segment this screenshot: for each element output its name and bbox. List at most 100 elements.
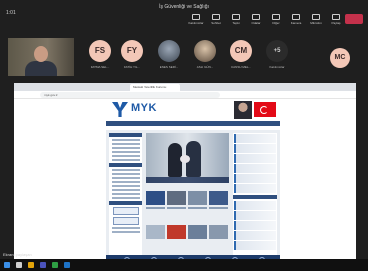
sidebar-link[interactable]	[112, 143, 140, 145]
sidebar-link[interactable]	[112, 155, 140, 157]
chat-button[interactable]: Sohbet	[206, 12, 226, 32]
quick-link[interactable]	[234, 221, 276, 230]
sharer-label: Ekranı paylaşan	[3, 252, 32, 257]
url-field[interactable]: myk.gov.tr	[40, 92, 220, 98]
quick-link[interactable]	[234, 201, 276, 210]
avatar	[158, 40, 180, 62]
participant-name: CANSU MEL...	[230, 65, 251, 69]
mic-button[interactable]: Mikrofon	[306, 12, 326, 32]
edge-icon[interactable]	[64, 262, 70, 268]
participant-tile[interactable]: FY FATİH YIL...	[114, 40, 150, 69]
news-thumbnail[interactable]	[167, 225, 186, 239]
leave-button[interactable]	[345, 14, 363, 24]
quick-link[interactable]	[234, 241, 276, 250]
share-icon	[332, 14, 340, 20]
sidebar-link[interactable]	[112, 181, 140, 183]
sidebar-link[interactable]	[112, 197, 140, 199]
quick-link[interactable]	[234, 174, 276, 183]
sidebar-link[interactable]	[112, 185, 140, 187]
turkish-flag-icon	[254, 102, 276, 117]
news-caption	[146, 207, 165, 209]
browser-tab-strip: Mesleki Yeterlilik Kurumu	[14, 83, 356, 91]
news-thumbnail[interactable]	[167, 191, 186, 205]
news-thumbnail[interactable]	[209, 191, 228, 205]
teams-meeting-window: İş Güvenliği ve Sağlığı 1:01 Katılımcıla…	[0, 0, 368, 271]
participant-name: FATMA SEL...	[90, 65, 110, 69]
reaction-button[interactable]: Tepki	[226, 12, 246, 32]
slider-caption	[146, 177, 229, 183]
news-caption	[209, 207, 228, 209]
partner-logo-icon[interactable]	[112, 217, 139, 225]
participant-tile[interactable]: FS FATMA SEL...	[82, 40, 118, 69]
avatar: +5	[266, 40, 288, 62]
sidebar-link[interactable]	[112, 227, 140, 229]
news-thumbnail[interactable]	[146, 225, 165, 239]
people-icon	[192, 14, 200, 20]
sidebar-link[interactable]	[112, 189, 140, 191]
sidebar-link[interactable]	[112, 169, 140, 171]
news-thumbnail[interactable]	[188, 225, 207, 239]
chat-icon	[212, 14, 220, 20]
rooms-button[interactable]: Odalar	[246, 12, 266, 32]
teams-icon[interactable]	[40, 262, 46, 268]
myk-website: MYK	[106, 99, 280, 267]
folder-icon[interactable]	[28, 262, 34, 268]
site-logo-text: MYK	[131, 102, 157, 114]
browser-tab[interactable]: Mesleki Yeterlilik Kurumu	[130, 84, 180, 91]
quick-link[interactable]	[234, 211, 276, 220]
news-thumbnail[interactable]	[209, 225, 228, 239]
slider-bouquet	[180, 155, 190, 163]
meeting-title: İş Güvenliği ve Sağlığı	[159, 4, 209, 10]
sidebar-link[interactable]	[112, 159, 140, 161]
sidebar-link[interactable]	[112, 231, 140, 233]
windows-taskbar	[0, 259, 368, 271]
sidebar-heading	[109, 163, 142, 167]
myk-logo-icon[interactable]	[112, 102, 128, 117]
sidebar-link[interactable]	[112, 147, 140, 149]
camera-button[interactable]: Kamera	[286, 12, 306, 32]
right-sidebar	[233, 133, 277, 261]
self-video-tile[interactable]	[8, 38, 74, 76]
quick-link[interactable]	[234, 231, 276, 240]
participants-overflow-tile[interactable]: +5 Katılımcılar	[259, 40, 295, 69]
shared-screen: Mesleki Yeterlilik Kurumu myk.gov.tr MYK	[14, 83, 356, 267]
meeting-toolbar: İş Güvenliği ve Sağlığı 1:01 Katılımcıla…	[0, 0, 368, 38]
participant-name: Katılımcılar	[269, 65, 285, 69]
participant-tile[interactable]: CM CANSU MEL...	[223, 40, 259, 69]
participant-name: FATİH YIL...	[123, 65, 141, 69]
sidebar-link[interactable]	[112, 173, 140, 175]
news-slider[interactable]	[146, 133, 229, 183]
reaction-icon	[232, 14, 240, 20]
search-strip	[106, 126, 280, 130]
quick-link[interactable]	[234, 134, 276, 143]
start-icon[interactable]	[4, 262, 10, 268]
search-icon[interactable]	[16, 262, 22, 268]
header-portrait	[234, 101, 252, 119]
quick-link[interactable]	[234, 154, 276, 163]
chrome-icon[interactable]	[52, 262, 58, 268]
quick-link[interactable]	[234, 164, 276, 173]
participant-tile[interactable]: ENES SERİ...	[151, 40, 187, 69]
turkak-logo-icon[interactable]	[112, 207, 139, 215]
sidebar-link[interactable]	[112, 177, 140, 179]
sidebar-link[interactable]	[112, 193, 140, 195]
camera-icon	[292, 14, 300, 20]
participant-name: ENES SERİ...	[159, 65, 179, 69]
avatar: CM	[230, 40, 252, 62]
sidebar-heading	[109, 133, 142, 137]
quick-link[interactable]	[234, 144, 276, 153]
news-thumbnail[interactable]	[188, 191, 207, 205]
share-button[interactable]: Paylaş	[326, 12, 346, 32]
sidebar-link[interactable]	[112, 151, 140, 153]
news-grid	[146, 187, 229, 257]
news-caption	[167, 207, 186, 209]
quick-link[interactable]	[234, 184, 276, 193]
sidebar-link[interactable]	[112, 139, 140, 141]
avatar[interactable]: MC	[330, 48, 350, 68]
news-thumbnail[interactable]	[146, 191, 165, 205]
participants-button[interactable]: Katılımcılar	[186, 12, 206, 32]
participant-tile[interactable]: ASLI GÜN...	[187, 40, 223, 69]
more-button[interactable]: Diğer	[266, 12, 286, 32]
meeting-timer: 1:01	[6, 10, 16, 16]
avatar: FY	[121, 40, 143, 62]
